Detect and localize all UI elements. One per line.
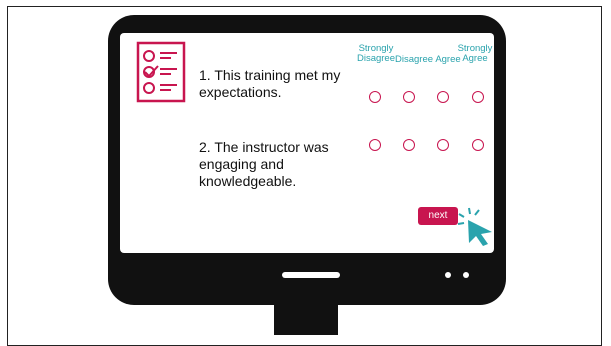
q1-radio-strongly-agree[interactable] [472, 91, 484, 103]
scale-label-disagree: Disagree [395, 54, 434, 65]
indicator-dot-1 [445, 272, 451, 278]
question-2-text: 2. The instructor was engaging and knowl… [199, 139, 329, 189]
scale-label-strongly-agree: Strongly Agree [457, 43, 493, 64]
checklist-icon [136, 41, 186, 103]
question-1-text: 1. This training met my expectations. [199, 67, 341, 100]
q2-radio-disagree[interactable] [403, 139, 415, 151]
monitor-stand [274, 305, 338, 335]
next-button[interactable]: next [418, 207, 458, 225]
cursor-click-icon [457, 207, 492, 246]
q2-radio-strongly-agree[interactable] [472, 139, 484, 151]
q2-radio-strongly-disagree[interactable] [369, 139, 381, 151]
indicator-dot-2 [463, 272, 469, 278]
q1-radio-strongly-disagree[interactable] [369, 91, 381, 103]
scale-label-strongly-disagree: Strongly Disagree [356, 43, 396, 64]
q1-radio-agree[interactable] [437, 91, 449, 103]
q2-radio-agree[interactable] [437, 139, 449, 151]
home-bar [282, 272, 340, 278]
q1-radio-disagree[interactable] [403, 91, 415, 103]
